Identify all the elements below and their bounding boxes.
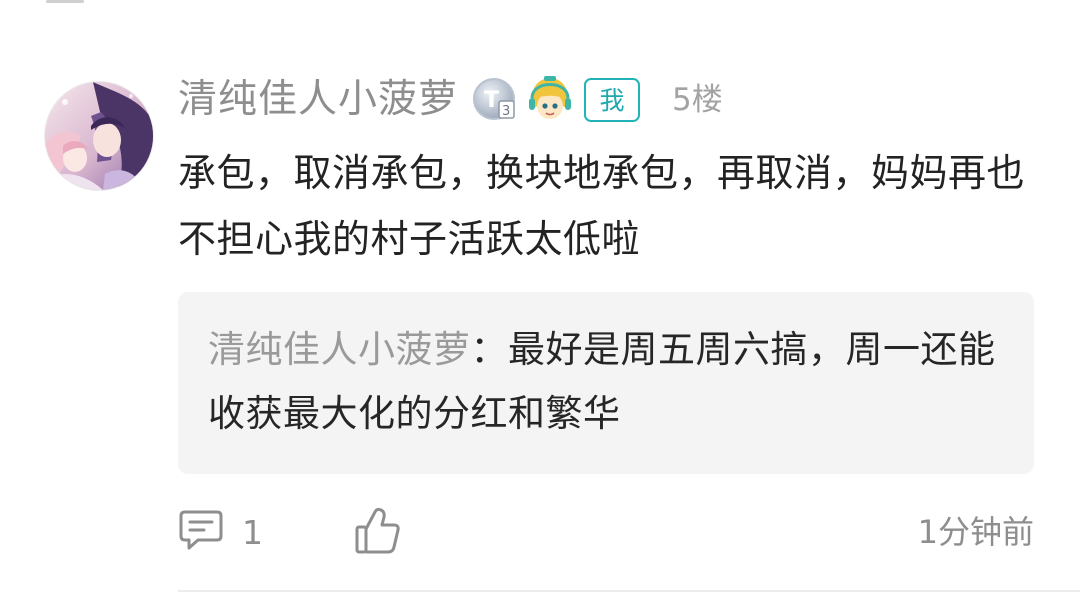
level-badge-icon: T 3	[472, 77, 518, 123]
reply-button[interactable]: 1	[178, 508, 263, 556]
quoted-reply-separator: ：	[470, 328, 508, 371]
comment-icon	[178, 508, 224, 556]
svg-text:T: T	[484, 88, 499, 113]
mascot-badge-icon	[526, 76, 574, 124]
quoted-reply[interactable]: 清纯佳人小菠萝：最好是周五周六搞，周一还能收获最大化的分红和繁华	[178, 292, 1034, 474]
comment-timestamp: 1分钟前	[917, 513, 1034, 551]
username[interactable]: 清纯佳人小菠萝	[178, 74, 458, 126]
comment-item: 清纯佳人小菠萝 T 3 我 5楼 承包，取消承包，换块地承包，再取消，妈妈再也不…	[0, 0, 1080, 596]
comment-footer: 1 1分钟前	[178, 500, 1034, 562]
thumbs-up-icon	[354, 507, 402, 560]
avatar[interactable]	[45, 82, 153, 190]
reply-count: 1	[242, 512, 263, 552]
comment-header: 清纯佳人小菠萝 T 3 我 5楼	[178, 74, 723, 126]
self-tag-badge: 我	[584, 78, 641, 122]
floor-number: 5楼	[672, 82, 723, 118]
svg-text:3: 3	[502, 104, 510, 119]
like-button[interactable]	[354, 506, 402, 556]
divider	[178, 590, 1080, 592]
comment-content: 承包，取消承包，换块地承包，再取消，妈妈再也不担心我的村子活跃太低啦	[178, 151, 1026, 261]
quoted-reply-author[interactable]: 清纯佳人小菠萝	[208, 328, 471, 371]
